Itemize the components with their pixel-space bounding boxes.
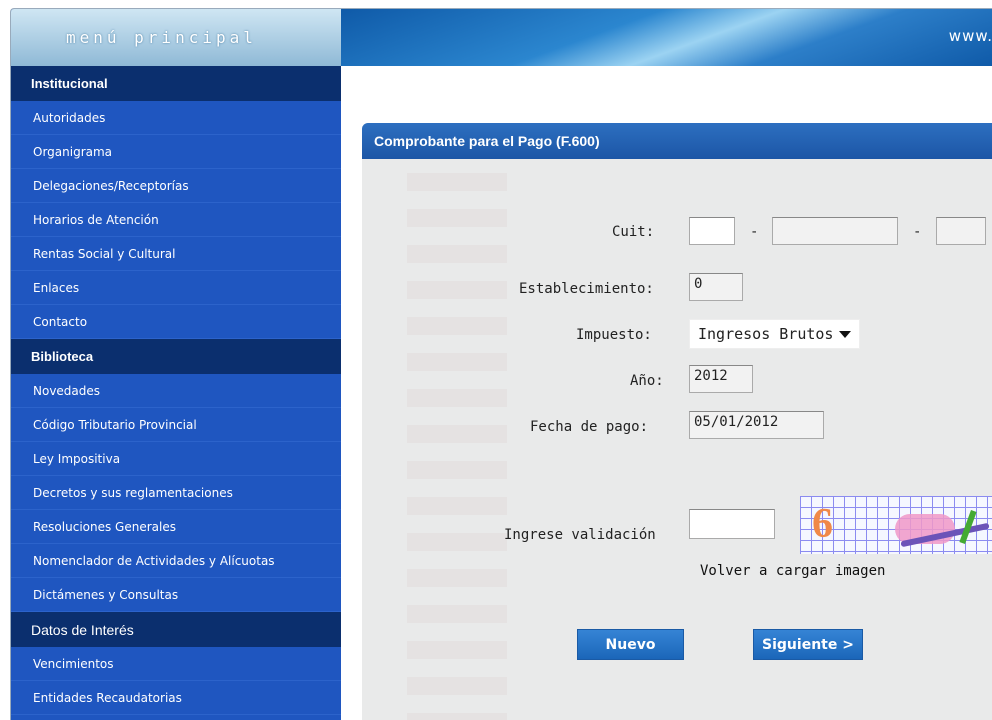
siguiente-button[interactable]: Siguiente > [753, 629, 863, 660]
menu-header: menú principal [11, 9, 341, 66]
validacion-label: Ingrese validación [504, 527, 656, 543]
cuit-label: Cuit: [612, 224, 655, 240]
anio-label: Año: [630, 373, 664, 389]
establecimiento-label: Establecimiento: [519, 281, 654, 297]
payment-form-panel: Comprobante para el Pago (F.600) Cuit: -… [362, 123, 992, 720]
captcha-glyph: 6 [812, 501, 833, 547]
anio-field[interactable]: 2012 [689, 365, 753, 393]
site-url[interactable]: www. [949, 27, 992, 45]
section-datos-interes[interactable]: Datos de Interés [11, 612, 341, 647]
sidebar-item-vencimientos[interactable]: Vencimientos [11, 647, 341, 681]
sidebar-item-entidades[interactable]: Entidades Recaudatorias [11, 681, 341, 715]
form-title: Comprobante para el Pago (F.600) [362, 123, 992, 159]
cuit-separator-2: - [913, 224, 922, 240]
sidebar-item-decretos[interactable]: Decretos y sus reglamentaciones [11, 476, 341, 510]
captcha-image: 6 [800, 496, 992, 554]
sidebar-item-dictamenes[interactable]: Dictámenes y Consultas [11, 578, 341, 612]
impuesto-label: Impuesto: [576, 327, 652, 343]
main-content: Comprobante para el Pago (F.600) Cuit: -… [341, 66, 992, 720]
nuevo-button[interactable]: Nuevo [577, 629, 684, 660]
sidebar-item-nomenclador[interactable]: Nomenclador de Actividades y Alícuotas [11, 544, 341, 578]
sidebar-item-rentas-social[interactable]: Rentas Social y Cultural [11, 237, 341, 271]
sidebar-item-contacto[interactable]: Contacto [11, 305, 341, 339]
sidebar-item-horarios[interactable]: Horarios de Atención [11, 203, 341, 237]
sidebar-item-codigo-tributario[interactable]: Código Tributario Provincial [11, 408, 341, 442]
top-banner: www. [341, 9, 992, 66]
main-menu-sidebar: menú principal Institucional Autoridades… [11, 9, 341, 720]
establecimiento-field[interactable]: 0 [689, 273, 743, 301]
cuit-prefix-field[interactable] [689, 217, 735, 245]
cuit-check-digit-field[interactable] [936, 217, 986, 245]
fecha-pago-label: Fecha de pago: [530, 419, 649, 435]
fecha-pago-field[interactable]: 05/01/2012 [689, 411, 824, 439]
impuesto-selected-value: Ingresos Brutos [698, 325, 834, 343]
sidebar-item-delegaciones[interactable]: Delegaciones/Receptorías [11, 169, 341, 203]
chevron-down-icon[interactable] [839, 331, 851, 338]
section-institucional[interactable]: Institucional [11, 66, 341, 101]
sidebar-item-ley-impositiva[interactable]: Ley Impositiva [11, 442, 341, 476]
background-watermark [407, 173, 507, 720]
reload-captcha-link[interactable]: Volver a cargar imagen [700, 563, 885, 579]
cuit-number-field[interactable] [772, 217, 898, 245]
validacion-field[interactable] [689, 509, 775, 539]
sidebar-item-autoridades[interactable]: Autoridades [11, 101, 341, 135]
page-frame: menú principal Institucional Autoridades… [10, 8, 992, 720]
impuesto-select[interactable]: Ingresos Brutos [689, 319, 860, 349]
cuit-separator-1: - [750, 224, 759, 240]
sidebar-item-resoluciones[interactable]: Resoluciones Generales [11, 510, 341, 544]
section-biblioteca[interactable]: Biblioteca [11, 339, 341, 374]
sidebar-item-organigrama[interactable]: Organigrama [11, 135, 341, 169]
sidebar-item-enlaces[interactable]: Enlaces [11, 271, 341, 305]
sidebar-item-novedades[interactable]: Novedades [11, 374, 341, 408]
